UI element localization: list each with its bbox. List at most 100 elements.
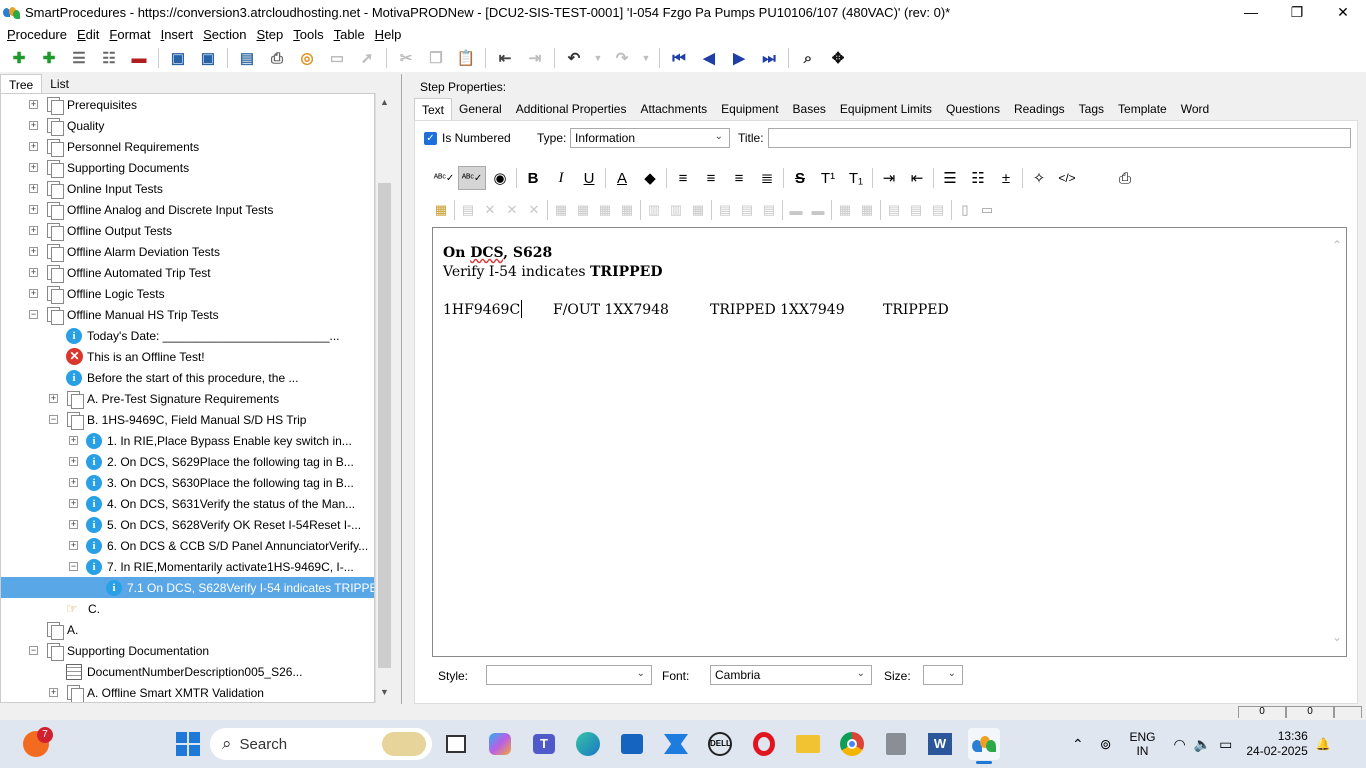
justify-icon[interactable]: ≣ bbox=[753, 166, 781, 190]
insert-table-icon[interactable]: ▦ bbox=[430, 200, 452, 220]
bullet-list-icon[interactable]: ☰ bbox=[936, 166, 964, 190]
tree-item[interactable]: A. bbox=[1, 619, 374, 640]
list-alt-icon[interactable]: ☷ bbox=[98, 47, 120, 69]
chevron-up-icon[interactable]: ⌃ bbox=[1332, 238, 1342, 252]
tab-tags[interactable]: Tags bbox=[1072, 98, 1111, 120]
print-icon[interactable]: ⎙ bbox=[266, 47, 288, 69]
expand-icon[interactable]: + bbox=[69, 499, 78, 508]
expand-icon[interactable]: + bbox=[29, 100, 38, 109]
spellcheck-icon[interactable]: ᴬᴮᶜ✓ bbox=[430, 166, 458, 190]
copilot-icon[interactable] bbox=[484, 728, 516, 760]
font-color-icon[interactable]: A bbox=[608, 166, 636, 190]
merge-cells-icon[interactable]: ▦ bbox=[687, 200, 709, 220]
tree-item[interactable]: i Today's Date: _________________________… bbox=[1, 325, 374, 346]
tree-item[interactable]: DocumentNumberDescription005_S26... bbox=[1, 661, 374, 682]
align-right-icon[interactable]: ≡ bbox=[725, 166, 753, 190]
align-center-icon[interactable]: ≡ bbox=[697, 166, 725, 190]
scroll-up-icon[interactable]: ▲ bbox=[380, 97, 389, 107]
split-cell-icon[interactable]: ▤ bbox=[758, 200, 780, 220]
cell-format-icon[interactable]: ▦ bbox=[572, 200, 594, 220]
underline-icon[interactable]: U bbox=[575, 166, 603, 190]
menu-step[interactable]: Step bbox=[251, 27, 288, 42]
size-select[interactable]: ⌄ bbox=[923, 665, 963, 685]
table-properties-icon[interactable]: ▤ bbox=[457, 200, 479, 220]
tab-equipment[interactable]: Equipment bbox=[714, 98, 785, 120]
frame-icon[interactable]: ▭ bbox=[326, 47, 348, 69]
insert-row-below-icon[interactable]: ▤ bbox=[736, 200, 758, 220]
collapse-icon[interactable]: − bbox=[69, 562, 78, 571]
last-icon[interactable]: ⏭ bbox=[758, 47, 780, 69]
spell-options-icon[interactable]: ◉ bbox=[486, 166, 514, 190]
tab-attachments[interactable]: Attachments bbox=[633, 98, 714, 120]
printer-icon[interactable]: ⎙ bbox=[1111, 166, 1139, 190]
panel-splitter[interactable] bbox=[401, 74, 407, 704]
menu-table[interactable]: Table bbox=[329, 27, 370, 42]
cut-icon[interactable]: ✂ bbox=[395, 47, 417, 69]
previous-icon[interactable]: ◀ bbox=[698, 47, 720, 69]
maximize-button[interactable]: ❐ bbox=[1274, 0, 1320, 24]
expand-icon[interactable]: + bbox=[29, 163, 38, 172]
expand-icon[interactable]: + bbox=[29, 247, 38, 256]
tree-item[interactable]: − i 7. In RIE,Momentarily activate1HS-9469… bbox=[1, 556, 374, 577]
align-top-icon[interactable]: ▤ bbox=[883, 200, 905, 220]
tree-item[interactable]: − Supporting Documentation bbox=[1, 640, 374, 661]
first-icon[interactable]: ⏮ bbox=[668, 47, 690, 69]
list-icon[interactable]: ☰ bbox=[68, 47, 90, 69]
task-view-icon[interactable] bbox=[440, 728, 472, 760]
file-explorer-icon[interactable] bbox=[792, 728, 824, 760]
step-text-editor[interactable]: On DCS, S628 Verify I-54 indicates TRIPP… bbox=[432, 227, 1347, 657]
add-icon[interactable]: ✚ bbox=[8, 47, 30, 69]
tab-questions[interactable]: Questions bbox=[939, 98, 1007, 120]
row-height-icon[interactable]: ▬ bbox=[785, 200, 807, 220]
tree-item[interactable]: + i 5. On DCS, S628Verify OK Reset I-54Res… bbox=[1, 514, 374, 535]
col-width-alt-icon[interactable]: ▦ bbox=[856, 200, 878, 220]
cell-edit-icon[interactable]: ▦ bbox=[594, 200, 616, 220]
expand-icon[interactable]: + bbox=[29, 142, 38, 151]
expand-icon[interactable]: + bbox=[29, 289, 38, 298]
tree-item[interactable]: + i 3. On DCS, S630Place the following tag… bbox=[1, 472, 374, 493]
tree-item-selected[interactable]: i 7.1 On DCS, S628Verify I-54 indicates T… bbox=[1, 577, 374, 598]
delete-columns-icon[interactable]: ✕ bbox=[501, 200, 523, 220]
link-icon[interactable]: ◎ bbox=[296, 47, 318, 69]
menu-format[interactable]: Format bbox=[104, 27, 155, 42]
auto-spellcheck-icon[interactable]: ᴬᴮᶜ✓ bbox=[458, 166, 486, 190]
align-left-icon[interactable]: ≡ bbox=[669, 166, 697, 190]
tab-list[interactable]: List bbox=[42, 74, 77, 94]
tree-item[interactable]: − B. 1HS-9469C, Field Manual S/D HS Trip bbox=[1, 409, 374, 430]
notification-app-icon[interactable]: 7 bbox=[20, 727, 53, 760]
collapse-icon[interactable]: − bbox=[29, 646, 38, 655]
tab-additional-properties[interactable]: Additional Properties bbox=[509, 98, 634, 120]
undo-icon[interactable]: ↶ bbox=[563, 47, 585, 69]
subscript-icon[interactable]: T₁ bbox=[842, 166, 870, 190]
minimize-button[interactable]: — bbox=[1228, 0, 1274, 24]
redo-arrow-icon[interactable]: ➚ bbox=[356, 47, 378, 69]
is-numbered-checkbox[interactable]: ✓ bbox=[424, 131, 437, 145]
undo-dropdown-icon[interactable]: ▼ bbox=[593, 47, 603, 69]
expand-icon[interactable]: + bbox=[69, 436, 78, 445]
battery-icon[interactable]: ▭ bbox=[1219, 736, 1232, 753]
chevron-up-icon[interactable]: ⌃ bbox=[1072, 736, 1084, 753]
tree-item[interactable]: − Offline Manual HS Trip Tests bbox=[1, 304, 374, 325]
tree-item[interactable]: + Offline Alarm Deviation Tests bbox=[1, 241, 374, 262]
dell-icon[interactable]: DELL bbox=[704, 728, 736, 760]
col-width-icon[interactable]: ▦ bbox=[834, 200, 856, 220]
volume-icon[interactable]: 🔈 bbox=[1194, 736, 1211, 753]
align-middle-icon[interactable]: ▤ bbox=[905, 200, 927, 220]
save-all-icon[interactable]: ▣ bbox=[167, 47, 189, 69]
delete-table-icon[interactable]: ✕ bbox=[479, 200, 501, 220]
save-icon[interactable]: ▣ bbox=[197, 47, 219, 69]
add-child-icon[interactable]: ✚ bbox=[38, 47, 60, 69]
collapse-icon[interactable]: − bbox=[29, 310, 38, 319]
tree-item[interactable]: + Personnel Requirements bbox=[1, 136, 374, 157]
close-button[interactable]: ✕ bbox=[1320, 0, 1366, 24]
outdent-icon[interactable]: ⇥ bbox=[524, 47, 546, 69]
type-select[interactable]: Information ⌄ bbox=[570, 128, 730, 148]
tab-word[interactable]: Word bbox=[1174, 98, 1216, 120]
windows-start-icon[interactable] bbox=[172, 728, 204, 760]
tree-item[interactable]: + Offline Automated Trip Test bbox=[1, 262, 374, 283]
horizontal-bar-icon[interactable]: ▭ bbox=[976, 200, 998, 220]
strikethrough-icon[interactable]: S bbox=[786, 166, 814, 190]
align-bottom-icon[interactable]: ▤ bbox=[927, 200, 949, 220]
menu-edit[interactable]: Edit bbox=[72, 27, 104, 42]
paste-icon[interactable]: 📋 bbox=[455, 47, 477, 69]
